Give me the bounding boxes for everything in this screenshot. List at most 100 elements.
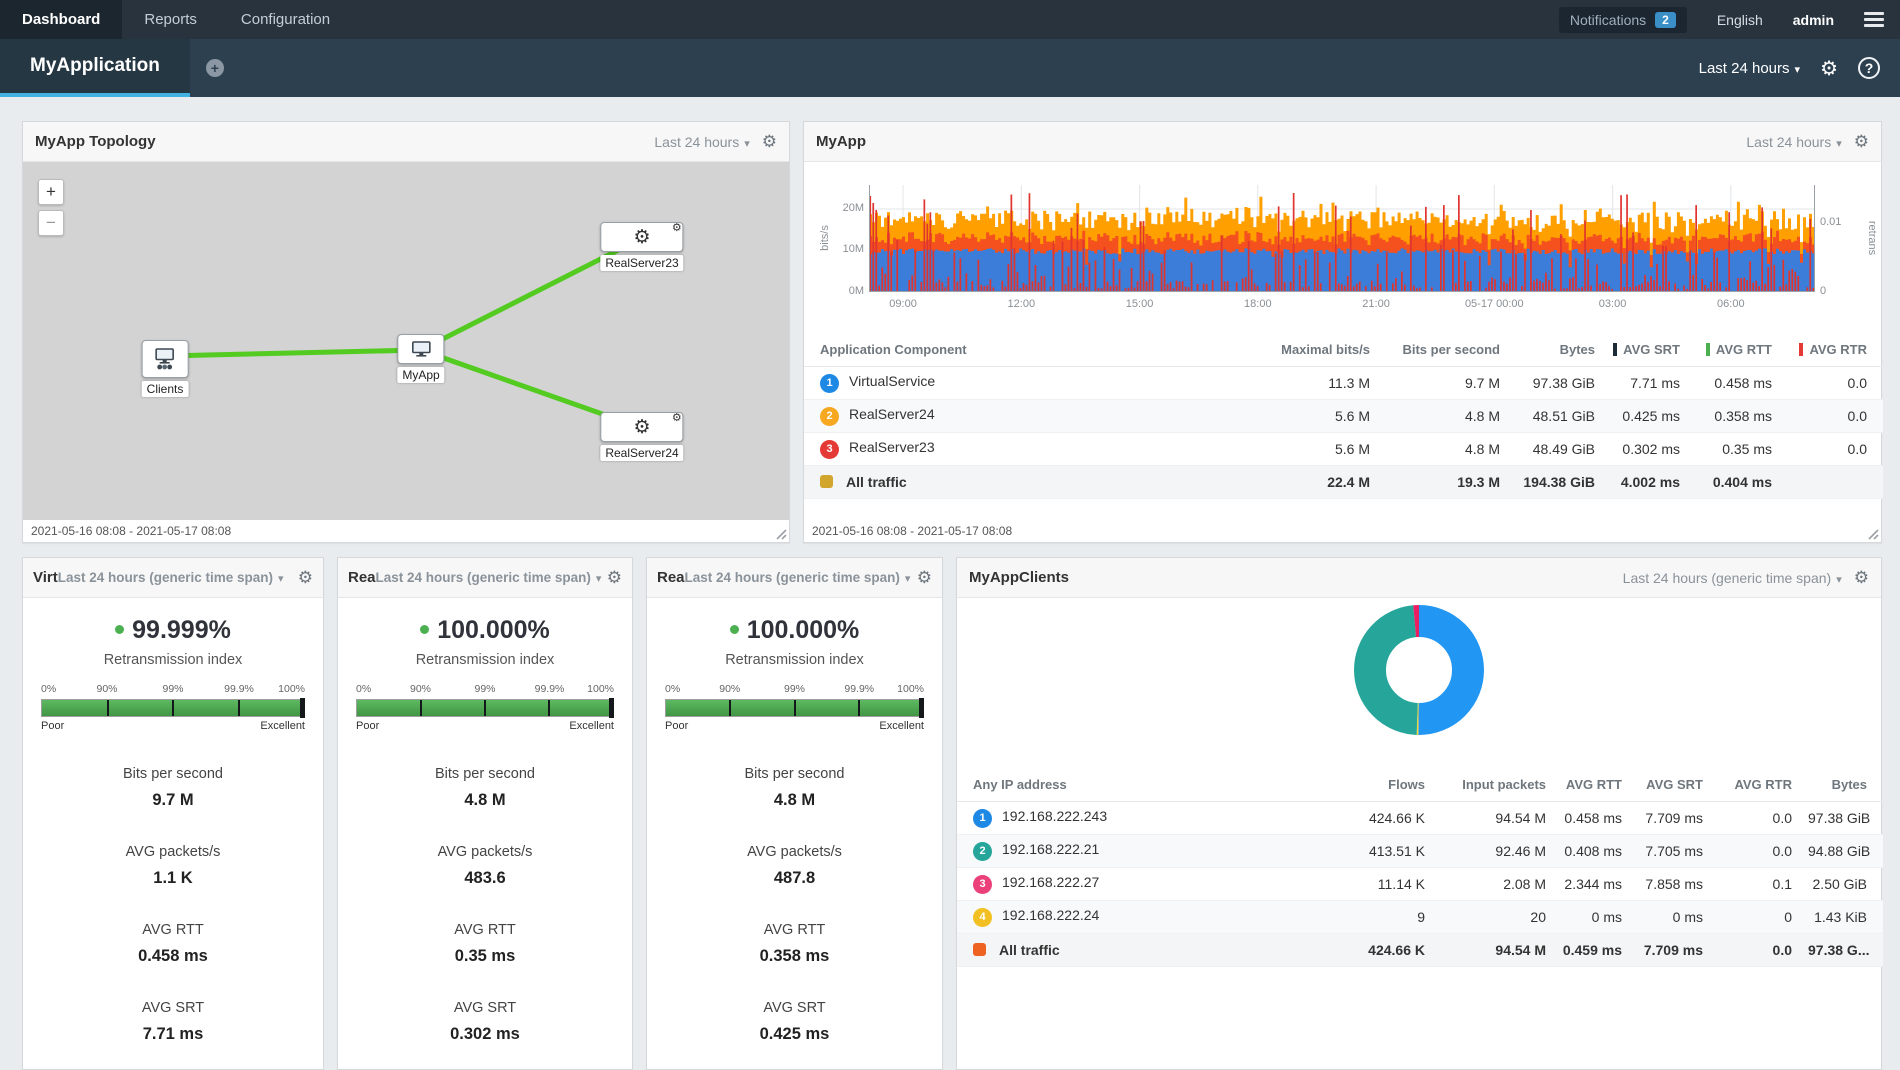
retransmission-spike (1569, 278, 1571, 292)
nav-tab-reports[interactable]: Reports (122, 0, 219, 39)
retransmission-spike (1692, 275, 1694, 292)
notifications-button[interactable]: Notifications 2 (1559, 7, 1687, 33)
topology-node-realserver24[interactable]: ⚙⚙RealServer24 (600, 412, 683, 462)
tab-myapplication[interactable]: MyApplication (0, 39, 190, 97)
retransmission-spike (1011, 195, 1013, 293)
retransmission-gauge: 0%90%99%99.9%100%PoorExcellent (356, 683, 614, 732)
table-row[interactable]: 1192.168.222.243424.66 K94.54 M0.458 ms7… (957, 801, 1883, 834)
row-label: RealServer23 (849, 439, 935, 455)
nav-tab-configuration[interactable]: Configuration (219, 0, 352, 39)
x-axis-tick: 05-17 00:00 (1465, 298, 1524, 310)
table-total-row[interactable]: All traffic22.4 M19.3 M194.38 GiB4.002 m… (804, 465, 1883, 498)
retransmission-spike (1809, 219, 1811, 292)
retransmission-spike (1107, 282, 1109, 293)
x-axis-tick: 21:00 (1362, 298, 1390, 310)
cell-value: 2.344 ms (1562, 867, 1638, 900)
table-row[interactable]: 4192.168.222.249200 ms0 ms01.43 KiB (957, 900, 1883, 933)
help-icon[interactable]: ? (1858, 57, 1880, 79)
panel-kpi-realserver24: Rea Last 24 hours (generic time span)▾ ⚙… (646, 557, 943, 1070)
gear-icon[interactable]: ⚙ (298, 568, 313, 588)
resize-handle-icon[interactable] (776, 529, 787, 540)
topology-node-realserver23[interactable]: ⚙⚙RealServer23 (600, 222, 683, 272)
retransmission-spike (875, 210, 877, 292)
retransmission-spike (1503, 282, 1505, 293)
node-icon-card (142, 340, 189, 378)
table-total-row[interactable]: All traffic424.66 K94.54 M0.459 ms7.709 … (957, 933, 1883, 966)
resize-handle-icon[interactable] (1868, 529, 1879, 540)
settings-gear-icon[interactable]: ⚙ (1820, 56, 1838, 81)
language-selector[interactable]: English (1717, 12, 1763, 28)
cell-value: 9.7 M (1386, 366, 1516, 399)
user-menu[interactable]: admin (1793, 12, 1834, 28)
column-header: AVG RTR (1719, 768, 1808, 801)
topology-node-clients[interactable]: Clients (142, 340, 189, 398)
time-span-footer: 2021-05-16 08:08 - 2021-05-17 08:08 (804, 520, 1881, 542)
traffic-chart[interactable]: 20M10M0M09:0012:0015:0018:0021:0005-17 0… (804, 162, 1881, 333)
retransmission-spike (1161, 263, 1163, 292)
retransmission-spike (1626, 194, 1628, 292)
zoom-in-button[interactable]: + (38, 179, 64, 205)
table-row[interactable]: 2192.168.222.21413.51 K92.46 M0.408 ms7.… (957, 834, 1883, 867)
retransmission-spike (1281, 251, 1283, 292)
retransmission-spike (1167, 284, 1169, 292)
time-range-selector[interactable]: Last 24 hours (generic time span)▾ (1623, 570, 1842, 586)
topology-node-myapp[interactable]: MyApp (397, 334, 444, 384)
retransmission-spike (1140, 221, 1142, 292)
cell-value: 0.0 (1719, 834, 1808, 867)
column-header: Application Component (804, 333, 1216, 366)
add-tab-button[interactable]: + (206, 59, 224, 77)
cell-value: 0.0 (1719, 801, 1808, 834)
metric-label: Bits per second (356, 766, 614, 782)
metric-label: AVG RTT (41, 922, 305, 938)
panel-title: Rea (348, 569, 376, 586)
node-icon-card: ⚙⚙ (600, 222, 683, 252)
gears-icon-small: ⚙ (672, 413, 682, 424)
retransmission-spike (1770, 228, 1772, 292)
clients-table: Any IP addressFlowsInput packetsAVG RTTA… (957, 768, 1881, 967)
retransmission-spike (1689, 251, 1691, 292)
retransmission-spike (1377, 264, 1379, 292)
topology-canvas[interactable]: + − Clients MyApp ⚙⚙RealServer23 ⚙⚙RealServ… (23, 162, 789, 520)
time-range-selector[interactable]: Last 24 hours (generic time span)▾ (376, 570, 607, 585)
panel-kpi-realserver23: Rea Last 24 hours (generic time span)▾ ⚙… (337, 557, 633, 1070)
stacked-area-chart (869, 185, 1815, 292)
zoom-out-button[interactable]: − (38, 210, 64, 236)
retransmission-spike (1371, 281, 1373, 292)
gear-icon[interactable]: ⚙ (917, 568, 932, 588)
table-row[interactable]: 1VirtualService11.3 M9.7 M97.38 GiB7.71 … (804, 366, 1883, 399)
gear-icon[interactable]: ⚙ (762, 132, 777, 152)
node-icon-card (397, 334, 444, 364)
retransmission-spike (1299, 265, 1301, 292)
gear-icon[interactable]: ⚙ (1854, 132, 1869, 152)
retransmission-spike (1002, 281, 1004, 292)
cell-value: 0.0 (1788, 399, 1883, 432)
metric-value: 0.458 ms (41, 947, 305, 966)
gauge-tick-label: 0% (665, 683, 680, 695)
retransmission-spike (990, 279, 992, 292)
global-time-range-selector[interactable]: Last 24 hours▾ (1699, 60, 1800, 77)
table-row[interactable]: 3192.168.222.2711.14 K2.08 M2.344 ms7.85… (957, 867, 1883, 900)
gauge-excellent-label: Excellent (879, 720, 924, 732)
table-row[interactable]: 3RealServer235.6 M4.8 M48.49 GiB0.302 ms… (804, 432, 1883, 465)
row-label: RealServer24 (849, 406, 935, 422)
retransmission-spike (884, 274, 886, 292)
gear-icon[interactable]: ⚙ (1854, 568, 1869, 588)
clients-donut-chart (957, 604, 1881, 741)
time-range-selector[interactable]: Last 24 hours (generic time span)▾ (58, 570, 298, 585)
retransmission-spike (1254, 283, 1256, 292)
time-range-selector[interactable]: Last 24 hours▾ (1746, 134, 1841, 150)
cell-value: 4.002 ms (1611, 465, 1696, 498)
retransmission-spike (1467, 282, 1469, 292)
gauge-bar (356, 699, 614, 717)
menu-icon[interactable] (1864, 12, 1884, 27)
table-row[interactable]: 2RealServer245.6 M4.8 M48.51 GiB0.425 ms… (804, 399, 1883, 432)
time-range-selector[interactable]: Last 24 hours▾ (654, 134, 749, 150)
time-range-selector[interactable]: Last 24 hours (generic time span)▾ (685, 570, 917, 585)
nav-tab-dashboard[interactable]: Dashboard (0, 0, 122, 39)
retransmission-spike (1653, 280, 1655, 292)
retransmission-gauge: 0%90%99%99.9%100%PoorExcellent (665, 683, 924, 732)
retransmission-spike (1080, 283, 1082, 292)
gear-icon[interactable]: ⚙ (607, 568, 622, 588)
cell-value: 424.66 K (1321, 801, 1441, 834)
retransmission-spike (987, 285, 989, 292)
